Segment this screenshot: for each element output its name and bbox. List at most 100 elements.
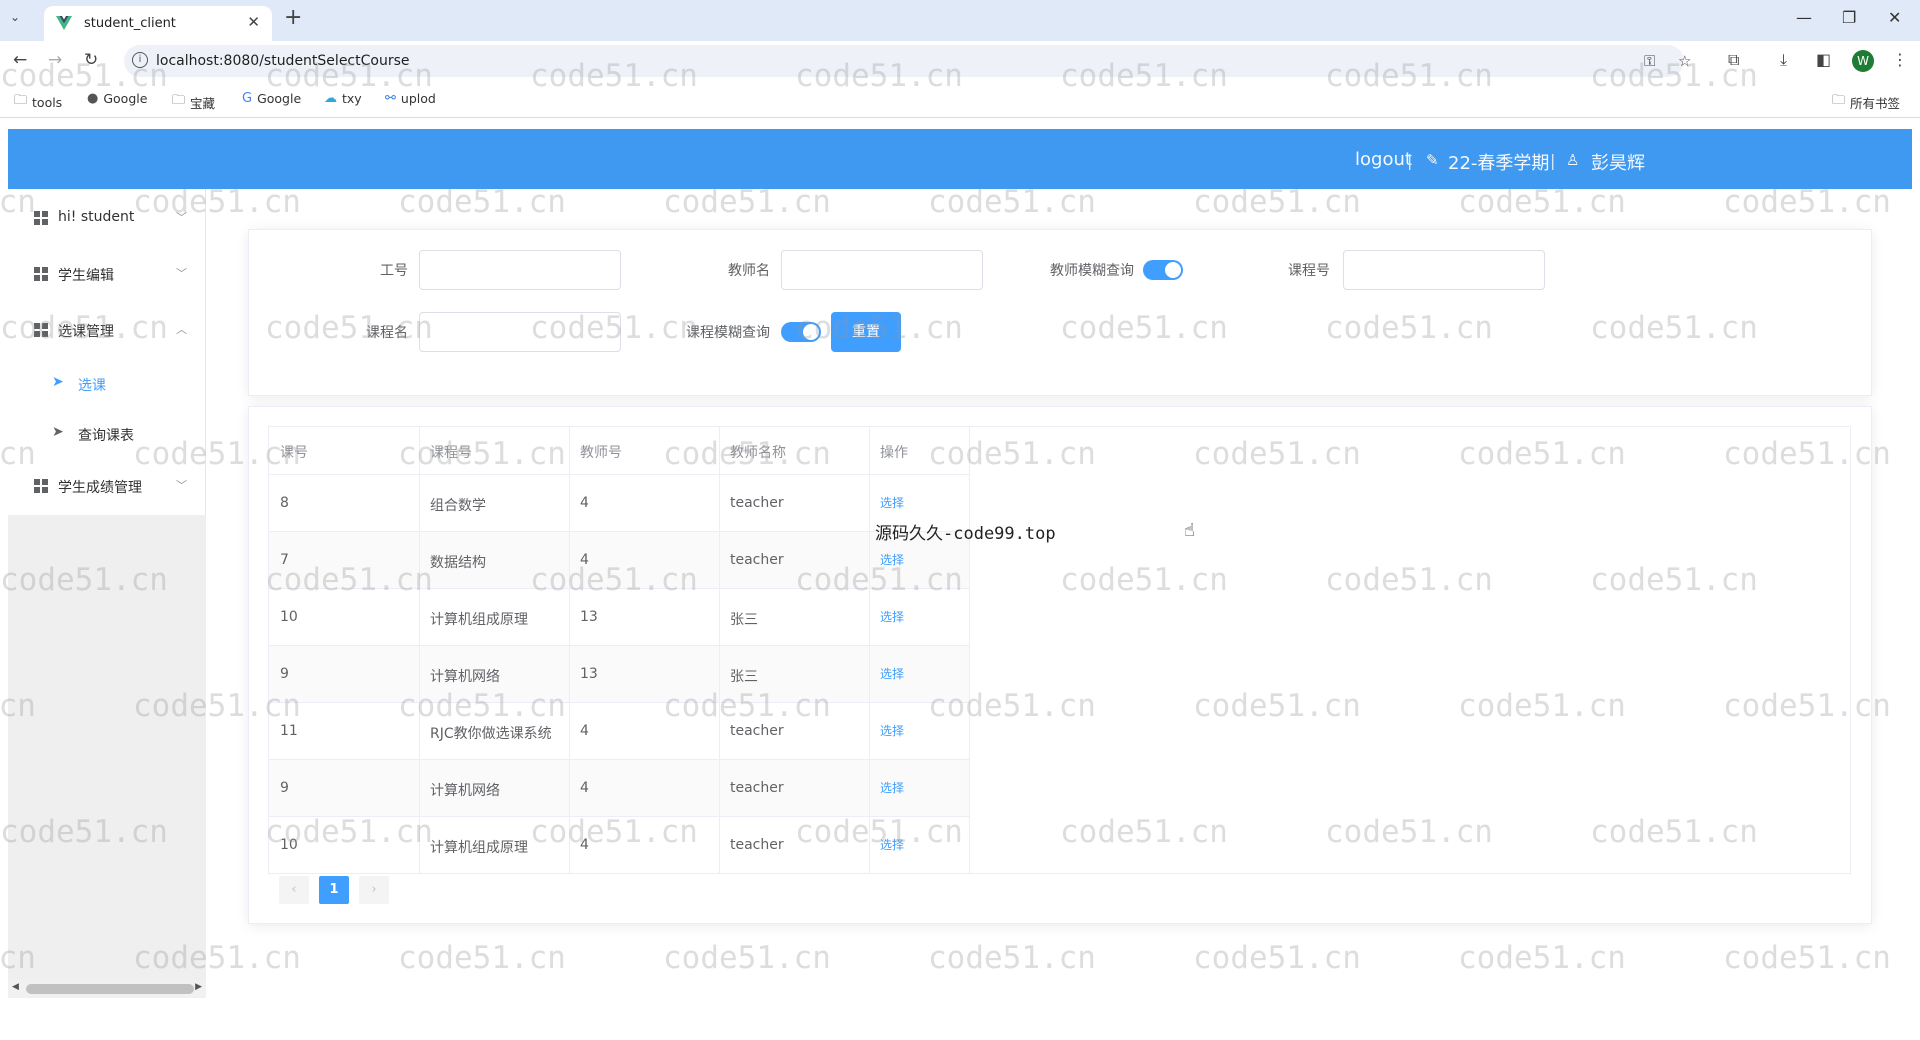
hand-cursor-icon: ☝ [1184, 520, 1195, 541]
table-cell: 10 [280, 837, 298, 853]
folder-icon: 🗀 [172, 93, 186, 108]
column-header-course-no[interactable]: 课程号 [430, 442, 472, 462]
bookmark-label: tools [32, 94, 63, 110]
table-cell: teacher [730, 837, 784, 853]
course-fuzzy-switch[interactable] [781, 322, 821, 342]
forward-icon[interactable]: → [48, 50, 62, 70]
header-separator: | [1407, 151, 1413, 170]
reset-button[interactable]: 重置 [831, 312, 901, 352]
watermark-text: code51.cn [663, 940, 831, 976]
table-cell: teacher [730, 780, 784, 796]
browser-menu-icon[interactable]: ⋮ [1892, 50, 1908, 69]
sidebar-item-student-edit[interactable]: 学生编辑 ﹀ [8, 253, 205, 293]
watermark-text: code51.cn [1458, 940, 1626, 976]
select-course-button[interactable]: 选择 [880, 722, 904, 739]
column-header-teacher-name[interactable]: 教师名称 [730, 442, 786, 462]
grid-icon [34, 323, 48, 337]
teacher-name-input[interactable] [781, 250, 983, 290]
course-name-input[interactable] [419, 312, 621, 352]
table-cell: 计算机组成原理 [430, 612, 528, 628]
logout-link[interactable]: logout [1355, 149, 1412, 170]
table-cell: 11 [280, 723, 298, 739]
select-course-button[interactable]: 选择 [880, 836, 904, 853]
password-key-icon[interactable]: ⚿ [1644, 52, 1655, 70]
grid-icon [34, 211, 48, 225]
bookmark-label: Google [103, 91, 148, 106]
link-icon: ⚯ [385, 91, 396, 106]
sidebar-item-hi-student[interactable]: hi! student ﹀ [8, 197, 205, 237]
all-bookmarks[interactable]: 🗀 所有书签 [1832, 91, 1900, 113]
overlay-text: 源码久久-code99.top [875, 524, 1056, 544]
sidebar-subitem-select-course[interactable]: ➤ 选课 [8, 363, 205, 403]
scroll-left-icon[interactable]: ◀ [12, 982, 19, 992]
watermark-text: code51.cn [1723, 184, 1891, 220]
teacher-id-input[interactable] [419, 250, 621, 290]
bookmark-google-2[interactable]: G Google [242, 91, 301, 106]
pagination-next-button[interactable]: › [359, 876, 389, 904]
bookmark-google-1[interactable]: ● Google [87, 91, 147, 106]
column-header-class-no[interactable]: 课号 [280, 442, 308, 462]
course-id-input[interactable] [1343, 250, 1545, 290]
bookmark-tools[interactable]: 🗀 tools [14, 91, 62, 113]
restore-icon[interactable]: ❐ [1842, 8, 1856, 27]
browser-tab[interactable]: student_client ✕ [44, 6, 272, 41]
column-header-teacher-no[interactable]: 教师号 [580, 442, 622, 462]
chevron-down-icon: ﹀ [176, 479, 187, 492]
bookmark-uplod[interactable]: ⚯ uplod [385, 91, 436, 106]
select-course-button[interactable]: 选择 [880, 494, 904, 511]
header-separator: | [1550, 151, 1556, 170]
back-icon[interactable]: ← [13, 50, 27, 70]
table-cell: 13 [580, 666, 598, 682]
extensions-icon[interactable]: ⧉ [1728, 50, 1739, 70]
user-name[interactable]: 彭昊辉 [1591, 149, 1645, 175]
table-cell: 数据结构 [430, 555, 486, 571]
table-cell: teacher [730, 495, 784, 511]
table-cell: 9 [280, 780, 289, 796]
teacher-fuzzy-label: 教师模糊查询 [1050, 263, 1134, 279]
bookmark-star-icon[interactable]: ☆ [1678, 52, 1691, 70]
new-tab-icon[interactable]: + [284, 5, 302, 30]
window-close-icon[interactable]: ✕ [1888, 8, 1901, 27]
download-icon[interactable]: ⤓ [1780, 50, 1787, 70]
bookmark-txy[interactable]: ☁ txy [324, 91, 362, 106]
sidebar-subitem-query-schedule[interactable]: ➤ 查询课表 [8, 413, 205, 453]
teacher-fuzzy-switch[interactable] [1143, 260, 1183, 280]
course-fuzzy-label: 课程模糊查询 [686, 325, 770, 341]
sidepanel-icon[interactable]: ◧ [1816, 50, 1831, 69]
sidebar-item-label: 选课管理 [58, 324, 114, 340]
grid-icon [34, 479, 48, 493]
select-course-button[interactable]: 选择 [880, 779, 904, 796]
cloud-icon: ☁ [324, 91, 337, 106]
pagination-prev-button[interactable]: ‹ [279, 876, 309, 904]
table-divider [269, 474, 969, 475]
profile-avatar[interactable]: W [1852, 50, 1874, 72]
reload-icon[interactable]: ↻ [84, 50, 98, 70]
table-column-divider [569, 426, 570, 874]
table-column-divider [969, 426, 970, 874]
scroll-right-icon[interactable]: ▶ [195, 982, 202, 992]
watermark-text: code51.cn [1723, 940, 1891, 976]
table-cell: 计算机组成原理 [430, 840, 528, 856]
table-cell: 7 [280, 552, 289, 568]
send-icon: ➤ [52, 374, 64, 390]
pagination-page-1[interactable]: 1 [319, 876, 349, 904]
minimize-icon[interactable]: — [1796, 8, 1812, 27]
table-cell: 10 [280, 609, 298, 625]
table-divider [269, 645, 969, 646]
select-course-button[interactable]: 选择 [880, 665, 904, 682]
semester-label[interactable]: 22-春季学期 [1448, 149, 1549, 175]
select-course-button[interactable]: 选择 [880, 608, 904, 625]
scrollbar-thumb[interactable] [26, 984, 194, 994]
select-course-button[interactable]: 选择 [880, 551, 904, 568]
table-cell: 9 [280, 666, 289, 682]
tab-close-icon[interactable]: ✕ [247, 13, 260, 31]
sidebar-item-course-management[interactable]: 选课管理 ︿ [8, 309, 205, 349]
site-info-icon[interactable]: i [132, 52, 148, 68]
sidebar-horizontal-scrollbar[interactable]: ◀ ▶ [8, 980, 206, 998]
sidebar-item-grade-management[interactable]: 学生成绩管理 ﹀ [8, 465, 205, 505]
tab-search-icon[interactable]: ⌄ [10, 10, 20, 24]
address-bar[interactable]: i localhost:8080/studentSelectCourse ⚿ ☆ [124, 45, 1691, 77]
google-icon: G [242, 91, 253, 106]
table-row-stripe [269, 531, 969, 588]
bookmark-treasure[interactable]: 🗀 宝藏 [172, 91, 215, 113]
